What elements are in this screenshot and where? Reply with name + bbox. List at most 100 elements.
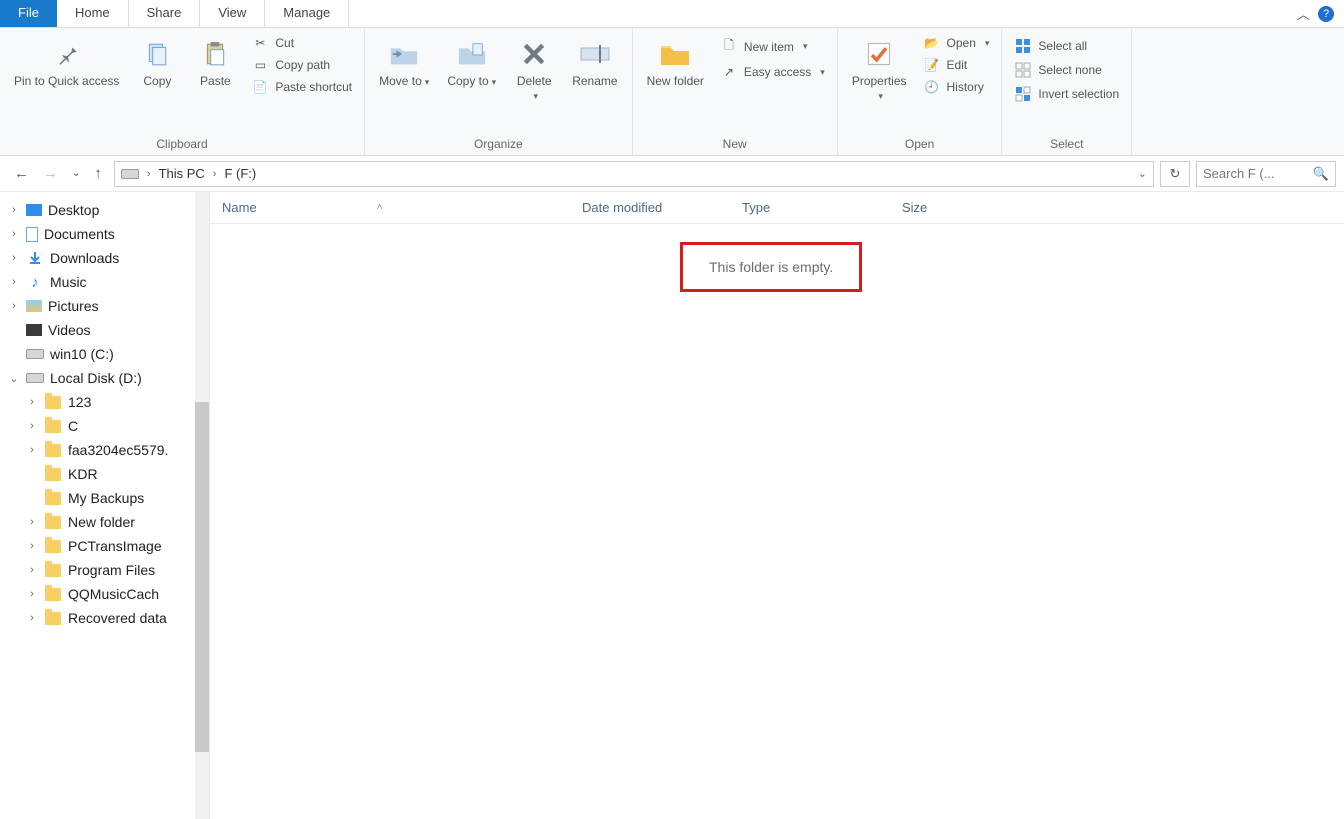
sidebar-scrollbar-thumb[interactable] [195,402,209,752]
tab-file[interactable]: File [0,0,57,27]
edit-icon: 📝 [923,58,941,72]
select-all-button[interactable]: Select all [1010,36,1123,56]
music-icon: ♪ [26,274,44,290]
sidebar-item-my-backups[interactable]: My Backups [4,486,209,510]
tab-home[interactable]: Home [57,0,129,27]
sidebar-item-qqmusic[interactable]: ›QQMusicCach [4,582,209,606]
navigation-pane: ›Desktop ›Documents ›Downloads ›♪Music ›… [0,192,210,819]
pin-label: Pin to Quick access [14,74,119,88]
folder-icon [45,444,61,457]
pin-icon [54,36,80,72]
nav-back-button[interactable]: ← [14,165,29,182]
copy-button[interactable]: Copy [131,32,183,92]
drive-icon [26,349,44,359]
new-item-icon: 🗋 [720,36,738,57]
desktop-icon [26,204,42,216]
copy-path-button[interactable]: ▭Copy path [247,56,356,74]
copy-to-button[interactable]: Copy to▾ [441,32,502,92]
sort-caret-icon: ˄ [377,202,383,213]
ribbon: Pin to Quick access Copy Paste ✂Cut ▭Cop… [0,28,1344,156]
copypath-icon: ▭ [251,58,269,72]
sidebar-item-kdr[interactable]: KDR [4,462,209,486]
drive-icon [121,169,139,179]
sidebar-item-123[interactable]: ›123 [4,390,209,414]
downloads-icon [26,250,44,266]
folder-icon [45,612,61,625]
folder-icon [45,540,61,553]
invert-selection-button[interactable]: Invert selection [1010,84,1123,104]
sidebar-item-win10-c[interactable]: win10 (C:) [4,342,209,366]
nav-recent-dropdown[interactable]: ⌄ [72,168,80,179]
ribbon-group-new: New folder 🗋New item▾ ↗Easy access▾ New [633,28,838,155]
empty-folder-message: This folder is empty. [680,242,862,292]
tab-view[interactable]: View [200,0,265,27]
sidebar-item-documents[interactable]: ›Documents [4,222,209,246]
address-bar[interactable]: › This PC › F (F:) ⌄ [114,161,1154,187]
properties-button[interactable]: Properties▾ [846,32,913,107]
paste-button[interactable]: Paste [189,32,241,92]
sidebar-item-program-files[interactable]: ›Program Files [4,558,209,582]
sidebar-item-faa[interactable]: ›faa3204ec5579. [4,438,209,462]
nav-forward-button[interactable]: → [43,165,58,182]
folder-icon [45,492,61,505]
edit-button[interactable]: 📝Edit [919,56,994,74]
sidebar-item-videos[interactable]: Videos [4,318,209,342]
open-icon: 📂 [923,36,941,50]
help-icon[interactable]: ? [1318,6,1334,22]
delete-icon [521,36,547,72]
easy-access-button[interactable]: ↗Easy access▾ [716,63,829,81]
column-type[interactable]: Type [730,200,890,215]
easy-access-icon: ↗ [720,65,738,79]
documents-icon [26,227,38,242]
move-to-icon [389,36,419,72]
delete-button[interactable]: Delete▾ [508,32,560,107]
group-label-select: Select [1010,134,1123,155]
file-list-area[interactable]: This folder is empty. [210,224,1344,819]
rename-button[interactable]: Rename [566,32,623,92]
select-none-button[interactable]: Select none [1010,60,1123,80]
tab-share[interactable]: Share [129,0,201,27]
history-button[interactable]: 🕘History [919,78,994,96]
drive-icon [26,373,44,383]
search-input[interactable]: Search F (... 🔍 [1196,161,1336,187]
move-to-button[interactable]: Move to▾ [373,32,435,92]
open-button[interactable]: 📂Open▾ [919,34,994,52]
new-folder-button[interactable]: New folder [641,32,710,92]
paste-shortcut-icon: 📄 [251,80,269,94]
column-date-modified[interactable]: Date modified [570,200,730,215]
column-size[interactable]: Size [890,200,1000,215]
paste-icon [202,36,228,72]
pictures-icon [26,300,42,312]
sidebar-item-desktop[interactable]: ›Desktop [4,198,209,222]
sidebar-item-pctransimage[interactable]: ›PCTransImage [4,534,209,558]
column-headers: Name˄ Date modified Type Size [210,192,1344,224]
group-label-organize: Organize [373,134,623,155]
breadcrumb-current[interactable]: F (F:) [224,166,256,181]
sidebar-item-pictures[interactable]: ›Pictures [4,294,209,318]
new-item-button[interactable]: 🗋New item▾ [716,34,829,59]
search-placeholder: Search F (... [1203,166,1307,181]
nav-up-button[interactable]: ↑ [94,165,102,182]
folder-icon [45,564,61,577]
paste-shortcut-button[interactable]: 📄Paste shortcut [247,78,356,96]
ribbon-collapse-icon[interactable]: ︿ [1297,4,1310,23]
sidebar-item-new-folder[interactable]: ›New folder [4,510,209,534]
pin-to-quick-access-button[interactable]: Pin to Quick access [8,32,125,92]
sidebar-item-downloads[interactable]: ›Downloads [4,246,209,270]
new-folder-icon [659,36,691,72]
ribbon-group-organize: Move to▾ Copy to▾ Delete▾ Rename [365,28,632,155]
sidebar-item-local-disk-d[interactable]: ⌄Local Disk (D:) [4,366,209,390]
refresh-button[interactable]: ↻ [1160,161,1190,187]
sidebar-item-recovered[interactable]: ›Recovered data [4,606,209,630]
paste-label: Paste [200,74,231,88]
sidebar-item-music[interactable]: ›♪Music [4,270,209,294]
tab-manage[interactable]: Manage [265,0,349,27]
sidebar-item-c[interactable]: ›C [4,414,209,438]
breadcrumb-this-pc[interactable]: This PC [159,166,205,181]
nav-row: ← → ⌄ ↑ › This PC › F (F:) ⌄ ↻ Search F … [0,156,1344,192]
column-name[interactable]: Name˄ [210,200,570,215]
scissors-icon: ✂ [251,36,269,50]
address-dropdown-icon[interactable]: ⌄ [1138,167,1147,180]
cut-button[interactable]: ✂Cut [247,34,356,52]
group-label-open: Open [846,134,994,155]
